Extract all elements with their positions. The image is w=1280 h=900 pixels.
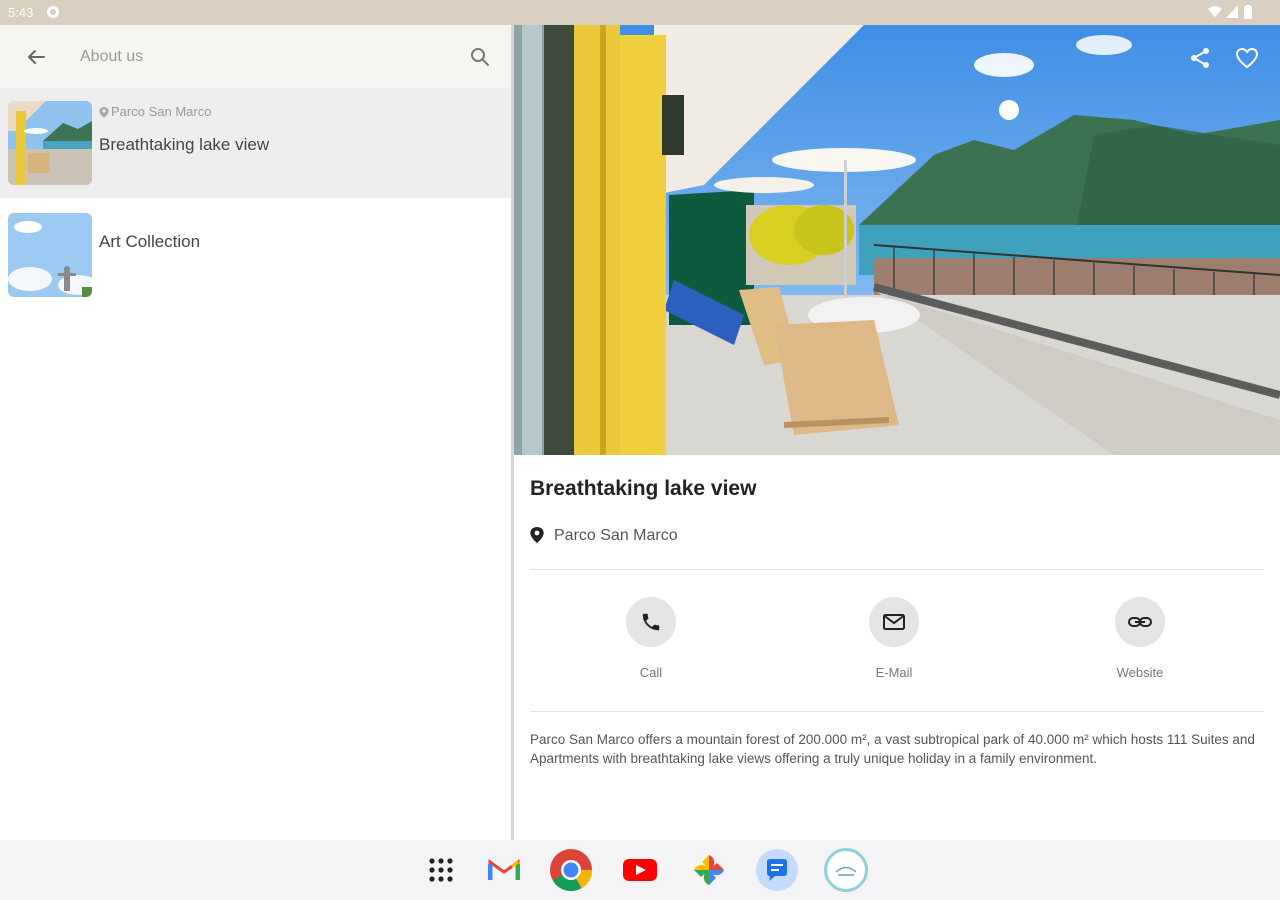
website-label: Website [1116,665,1164,680]
detail-pane: Breathtaking lake view Parco San Marco C… [514,25,1280,840]
photos-icon[interactable] [687,848,731,892]
wifi-icon [1208,5,1222,21]
website-button[interactable]: Website [1080,597,1200,680]
list-pane: About us Parco San Marco Breathtaking la… [0,25,511,840]
list-item-thumbnail [8,101,92,185]
status-time: 5:43 [8,5,34,20]
email-button[interactable]: E-Mail [834,597,954,680]
phone-icon [626,597,676,647]
list-item-location-text: Parco San Marco [111,104,212,119]
app-bar: About us [0,25,511,88]
share-icon[interactable] [1187,45,1213,71]
list-item-title: Art Collection [99,232,201,251]
list-item[interactable]: Parco San Marco Breathtaking lake view [0,88,511,198]
email-label: E-Mail [875,665,913,680]
link-icon [1115,597,1165,647]
detail-title: Breathtaking lake view [530,477,757,500]
mail-icon [869,597,919,647]
search-icon[interactable] [466,43,494,71]
hero-image [514,25,1280,455]
hotel-app-icon[interactable] [824,848,868,892]
signal-icon [1226,5,1238,21]
status-bar: 5:43 [0,0,1280,25]
call-button[interactable]: Call [591,597,711,680]
chrome-icon[interactable] [549,848,593,892]
location-pin-icon [99,107,109,118]
call-label: Call [639,665,663,680]
list-item-location: Parco San Marco [99,104,211,119]
list-item[interactable]: Art Collection [0,200,511,310]
battery-icon [1244,5,1252,22]
gmail-icon[interactable] [482,848,526,892]
detail-description: Parco San Marco offers a mountain forest… [530,732,1255,766]
location-pin-icon [530,527,544,543]
list-item-thumbnail [8,213,92,297]
detail-location: Parco San Marco [530,527,678,545]
divider [530,569,1264,570]
back-arrow-icon[interactable] [22,43,50,71]
page-title: About us [80,48,144,65]
detail-location-text: Parco San Marco [554,527,678,544]
taskbar [0,840,1280,900]
notification-icon [46,5,60,22]
list-item-title: Breathtaking lake view [99,135,270,154]
favorite-heart-icon[interactable] [1234,45,1260,71]
divider [530,711,1264,712]
apps-grid-icon[interactable] [419,848,463,892]
messages-icon[interactable] [755,848,799,892]
youtube-icon[interactable] [618,848,662,892]
